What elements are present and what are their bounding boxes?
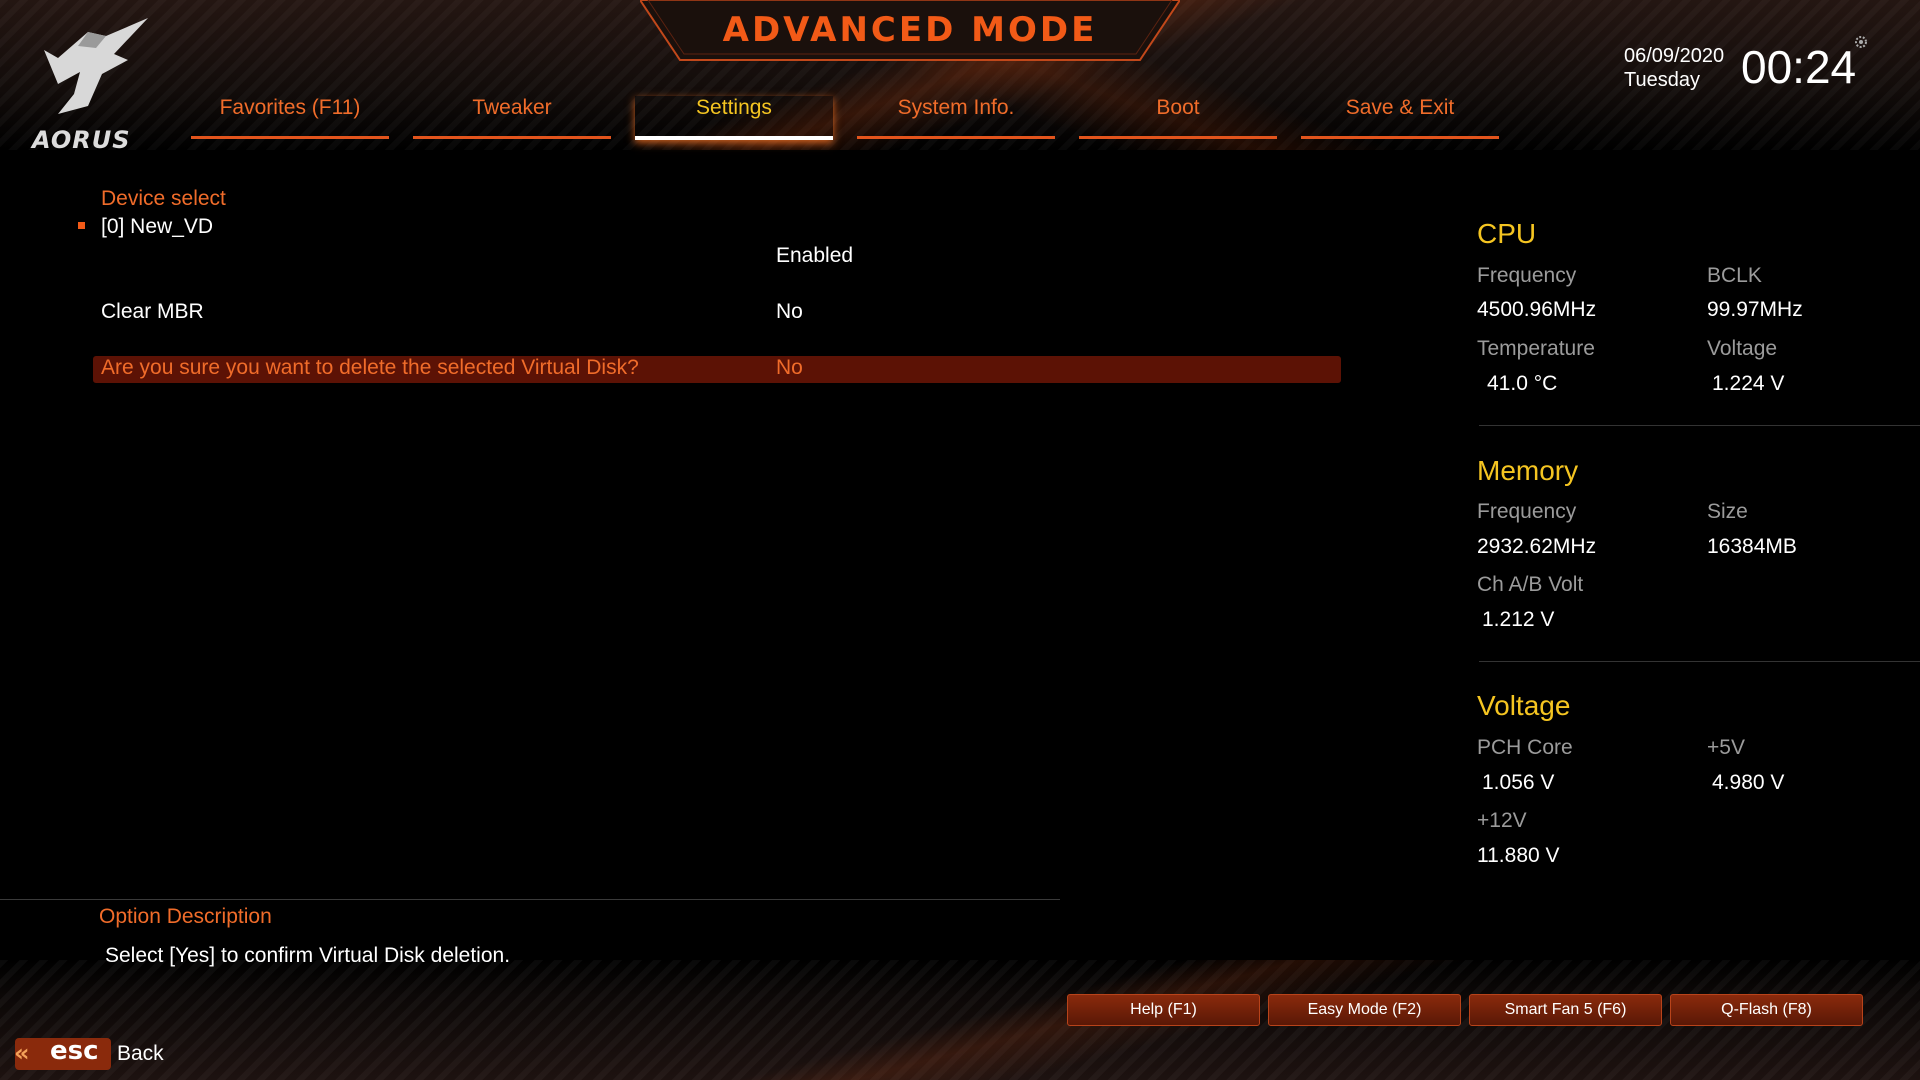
pch-core-value: 1.056 V	[1482, 771, 1555, 794]
memory-frequency-value: 2932.62MHz	[1477, 535, 1597, 558]
page-title: ADVANCED MODE	[722, 10, 1098, 50]
day-text: Tuesday	[1624, 69, 1700, 91]
option-description-text: Select [Yes] to confirm Virtual Disk del…	[105, 944, 511, 967]
cpu-frequency-label: Frequency	[1477, 264, 1577, 287]
smart-fan-button[interactable]: Smart Fan 5 (F6)	[1469, 994, 1662, 1026]
device-item[interactable]: [0] New_VD	[101, 215, 213, 239]
esc-label: esc	[50, 1036, 99, 1066]
delete-confirm-row[interactable]: Are you sure you want to delete the sele…	[93, 356, 1341, 383]
delete-confirm-value[interactable]: No	[776, 356, 803, 380]
clear-mbr-value[interactable]: No	[776, 300, 803, 324]
date-text: 06/09/2020	[1624, 45, 1725, 67]
help-button[interactable]: Help (F1)	[1067, 994, 1260, 1026]
separator	[1479, 425, 1920, 426]
tab-tweaker[interactable]: Tweaker	[413, 96, 611, 139]
logo-text: AORUS	[32, 126, 131, 154]
cpu-voltage-value: 1.224 V	[1712, 372, 1785, 395]
description-divider	[0, 899, 1060, 900]
memory-chab-value: 1.212 V	[1482, 608, 1555, 631]
cpu-bclk-label: BCLK	[1707, 264, 1762, 287]
cpu-temperature-value: 41.0 °C	[1487, 372, 1558, 395]
date-display: 06/09/2020 Tuesday	[1624, 44, 1724, 92]
back-label[interactable]: Back	[117, 1042, 164, 1066]
memory-size-value: 16384MB	[1707, 535, 1797, 558]
cpu-temperature-label: Temperature	[1477, 337, 1595, 360]
separator	[1479, 661, 1920, 662]
bullet-icon	[78, 222, 85, 229]
memory-frequency-label: Frequency	[1477, 500, 1577, 523]
memory-chab-label: Ch A/B Volt	[1477, 573, 1584, 596]
cpu-title: CPU	[1477, 218, 1537, 249]
clear-mbr-label[interactable]: Clear MBR	[101, 300, 204, 324]
memory-size-label: Size	[1707, 500, 1748, 523]
plus5v-value: 4.980 V	[1712, 771, 1785, 794]
tab-favorites[interactable]: Favorites (F11)	[191, 96, 389, 139]
tab-system-info[interactable]: System Info.	[857, 96, 1055, 139]
easy-mode-button[interactable]: Easy Mode (F2)	[1268, 994, 1461, 1026]
cpu-voltage-label: Voltage	[1707, 337, 1778, 360]
plus5v-label: +5V	[1707, 736, 1745, 759]
cpu-bclk-value: 99.97MHz	[1707, 298, 1803, 321]
pch-core-label: PCH Core	[1477, 736, 1573, 759]
tab-settings[interactable]: Settings	[635, 96, 833, 140]
plus12v-label: +12V	[1477, 809, 1527, 832]
delete-confirm-label: Are you sure you want to delete the sele…	[101, 356, 639, 379]
voltage-title: Voltage	[1477, 690, 1571, 721]
tab-save-exit[interactable]: Save & Exit	[1301, 96, 1499, 139]
double-chevron-left-icon: «	[14, 1039, 30, 1067]
clock: 00:24	[1741, 41, 1857, 93]
device-enabled-value[interactable]: Enabled	[776, 244, 853, 268]
option-description-title: Option Description	[99, 905, 272, 928]
q-flash-button[interactable]: Q-Flash (F8)	[1670, 994, 1863, 1026]
plus12v-value: 11.880 V	[1477, 844, 1560, 867]
settings-gear-icon[interactable]	[1854, 34, 1868, 48]
cpu-frequency-value: 4500.96MHz	[1477, 298, 1597, 321]
memory-title: Memory	[1477, 455, 1579, 486]
device-select-label: Device select	[101, 187, 226, 210]
tab-boot[interactable]: Boot	[1079, 96, 1277, 139]
